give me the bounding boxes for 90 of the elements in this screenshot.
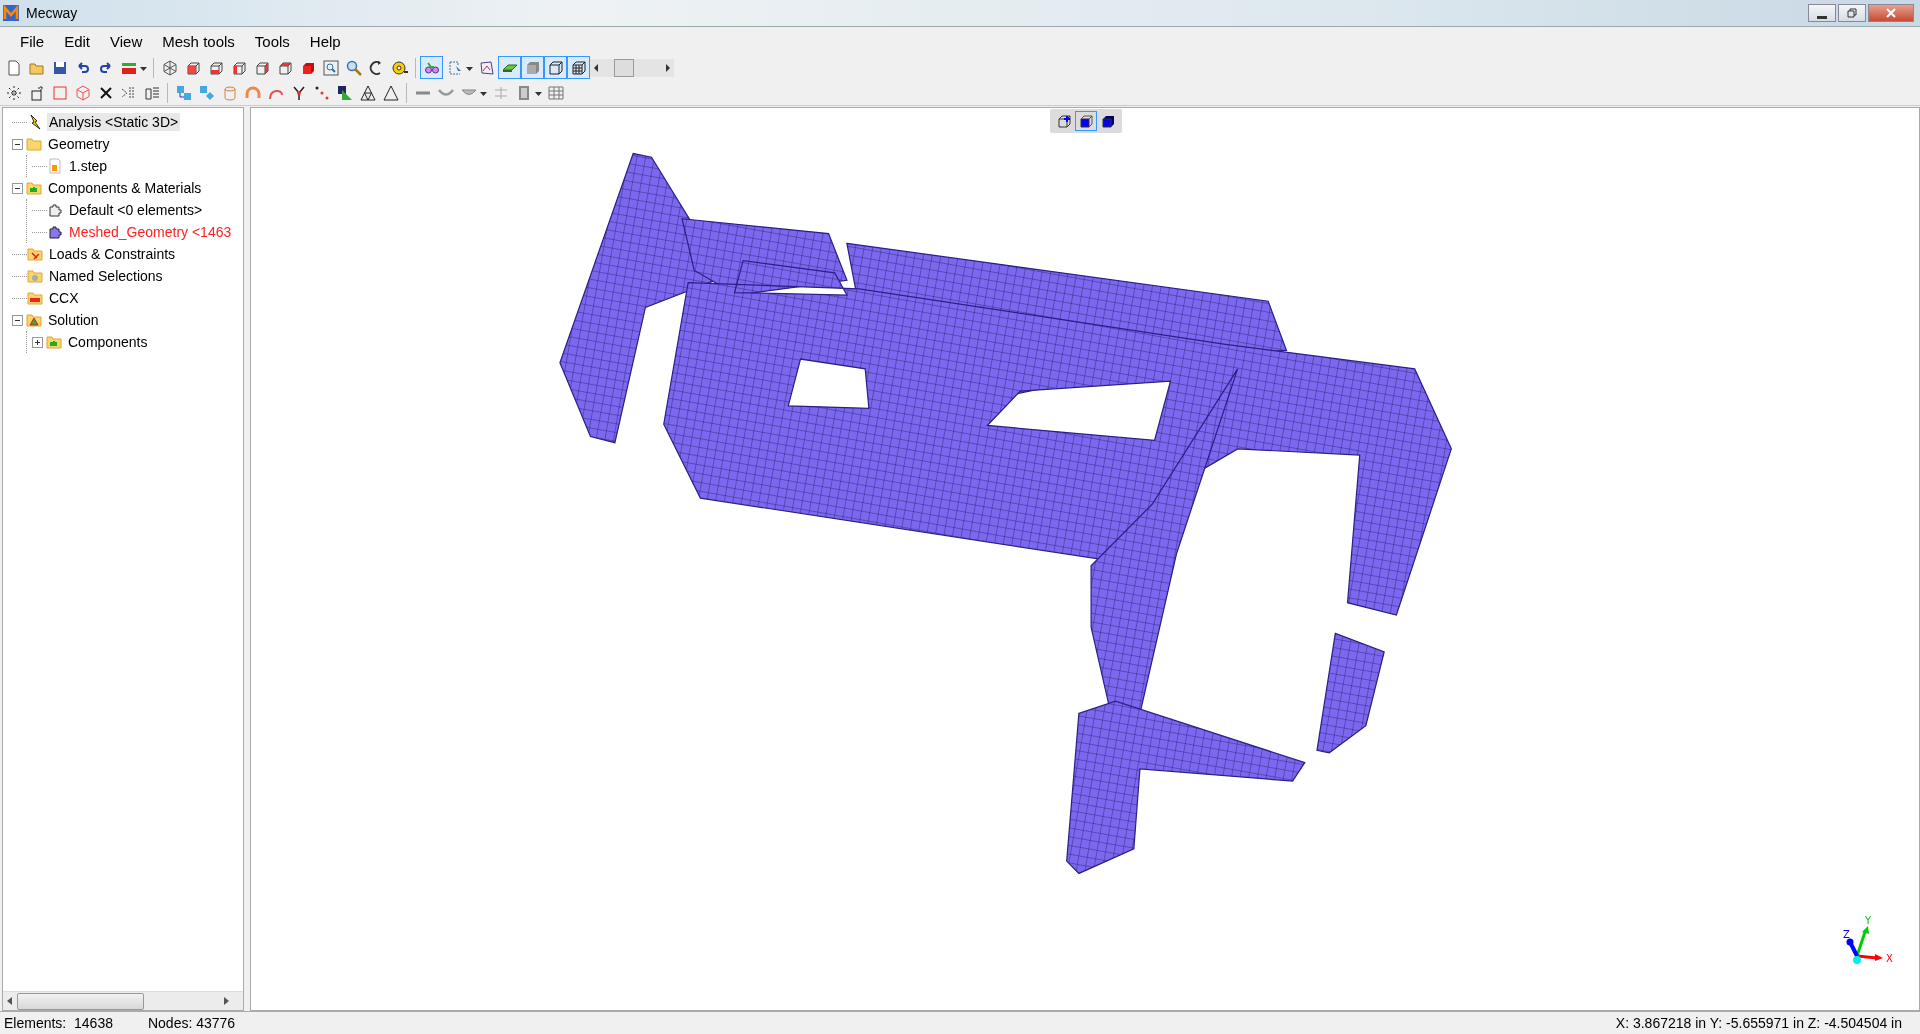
tree-item[interactable]: Default <0 elements> xyxy=(67,201,205,219)
cube-icon xyxy=(74,84,91,101)
tree-item[interactable]: Named Selections xyxy=(47,267,165,285)
menu-item[interactable]: Edit xyxy=(54,29,101,53)
expand-icon[interactable] xyxy=(32,336,43,348)
scrollbar-thumb[interactable] xyxy=(17,992,144,1010)
triangle-icon xyxy=(382,84,399,101)
cube-icon xyxy=(1078,113,1094,129)
tree-item[interactable]: 1.step xyxy=(67,157,110,175)
solid-cube-icon xyxy=(524,59,541,76)
solver-folder-icon xyxy=(27,290,43,306)
tree-item[interactable]: Meshed_Geometry <1463 xyxy=(67,223,234,241)
align-icon xyxy=(492,84,509,101)
file-icon xyxy=(47,158,63,174)
view-button[interactable] xyxy=(1075,111,1097,131)
scrollbar-thumb[interactable] xyxy=(614,58,634,77)
delete-cross-icon xyxy=(97,84,114,101)
tree-item[interactable]: Analysis <Static 3D> xyxy=(47,113,181,131)
toolbar-button[interactable] xyxy=(567,56,590,79)
tree-item[interactable]: CCX xyxy=(47,289,81,307)
scattered-dots-icon xyxy=(313,84,330,101)
restore-button[interactable] xyxy=(1838,4,1866,22)
restore-icon xyxy=(1847,8,1857,18)
wireframe-cube-icon xyxy=(547,59,564,76)
puzzle-piece-icon xyxy=(47,202,63,218)
scale-icon xyxy=(336,84,353,101)
cursor-coordinates: X: 3.867218 in Y: -5.655971 in Z: -4.504504 in xyxy=(1615,1015,1902,1031)
merge-nodes-icon xyxy=(290,84,307,101)
menu-item[interactable]: Help xyxy=(299,29,351,53)
cube-icon xyxy=(276,59,293,76)
close-icon xyxy=(1886,8,1896,18)
selections-folder-icon xyxy=(27,268,43,284)
close-button[interactable] xyxy=(1868,4,1914,22)
collapse-icon[interactable] xyxy=(12,138,23,150)
pointer-icon xyxy=(446,59,463,76)
tree-item[interactable]: Components xyxy=(66,333,150,351)
puzzle-piece-icon xyxy=(47,224,63,240)
mesh-cube-icon xyxy=(570,59,587,76)
toolbar-scrollbar[interactable] xyxy=(590,58,674,77)
page-icon xyxy=(5,59,22,76)
bend-icon xyxy=(244,84,261,101)
model-viewport[interactable]: X Y Z xyxy=(250,107,1920,1011)
square-icon xyxy=(51,84,68,101)
split-icon xyxy=(120,84,137,101)
cube-icon xyxy=(1100,113,1116,129)
search-icon xyxy=(345,59,362,76)
sketch-icon xyxy=(478,59,495,76)
redo-arrow-icon xyxy=(97,59,114,76)
wireframe-cube-icon xyxy=(161,59,178,76)
menu-item[interactable]: Tools xyxy=(244,29,300,53)
cube-icon xyxy=(207,59,224,76)
puzzle-folder-icon xyxy=(26,180,42,196)
cube-icon xyxy=(253,59,270,76)
minimize-icon xyxy=(1817,15,1827,19)
tape-measure-icon xyxy=(391,59,408,76)
copy-elements-icon xyxy=(198,84,215,101)
axis-triad-drawing: X Y Z xyxy=(1839,908,1901,970)
cube-icon xyxy=(230,59,247,76)
menu-item[interactable]: Mesh tools xyxy=(152,29,245,53)
node-burst-icon xyxy=(5,84,22,101)
toolbar-button[interactable] xyxy=(544,56,567,79)
tree-item[interactable]: Solution xyxy=(46,311,101,329)
puzzle-folder-icon xyxy=(46,334,62,350)
beam-icon xyxy=(414,90,431,95)
collapse-icon[interactable] xyxy=(12,182,23,194)
element-count: Elements: 14638 xyxy=(4,1015,113,1031)
table-icon xyxy=(547,84,564,101)
tree-item[interactable]: Geometry xyxy=(46,135,112,153)
extrude-icon xyxy=(143,84,160,101)
node-count: Nodes: 43776 xyxy=(147,1015,236,1031)
cube-icon xyxy=(1056,113,1072,129)
loads-folder-icon xyxy=(27,246,43,262)
horizontal-scrollbar[interactable] xyxy=(3,991,243,1010)
window-title: Mecway xyxy=(26,5,78,21)
zoom-box-icon xyxy=(322,59,339,76)
lightning-icon xyxy=(27,114,43,130)
collapse-icon[interactable] xyxy=(12,314,23,326)
cylinder-icon xyxy=(221,84,238,101)
cube-icon xyxy=(184,59,201,76)
move-elements-icon xyxy=(175,84,192,101)
triangle-mesh-icon xyxy=(359,84,376,101)
tree-item[interactable]: Components & Materials xyxy=(46,179,204,197)
minimize-button[interactable] xyxy=(1808,4,1836,22)
folder-icon xyxy=(26,136,42,152)
solution-folder-icon xyxy=(26,312,42,328)
app-logo-icon xyxy=(2,4,20,22)
menu-item[interactable]: File xyxy=(10,29,55,53)
tree-item[interactable]: Loads & Constraints xyxy=(47,245,178,263)
node-box-icon xyxy=(28,84,45,101)
menu-item[interactable]: View xyxy=(100,29,153,53)
